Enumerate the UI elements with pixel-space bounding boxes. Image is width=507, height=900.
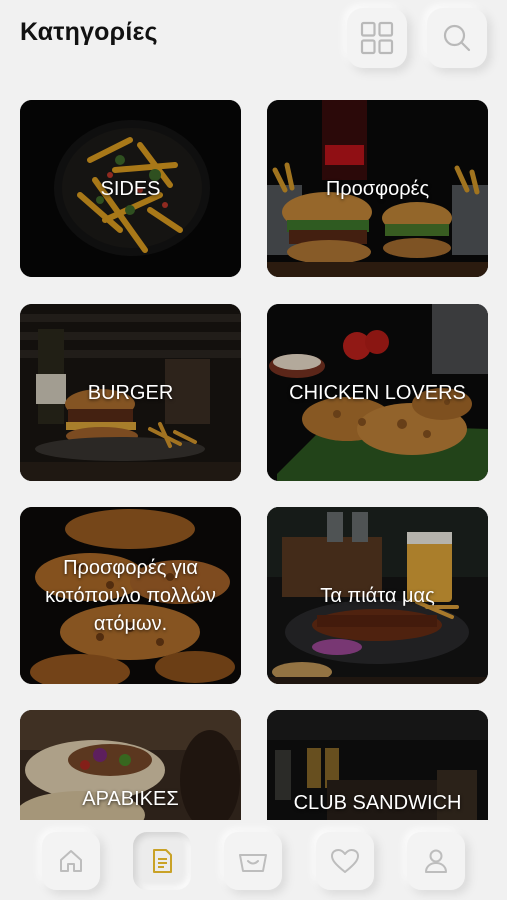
nav-basket-button[interactable] — [224, 832, 282, 890]
basket-icon — [239, 854, 267, 872]
search-icon — [443, 24, 471, 52]
heart-icon — [331, 849, 359, 873]
nav-profile-button[interactable] — [407, 832, 465, 890]
grid-view-button[interactable] — [347, 8, 407, 68]
app-header: Κατηγορίες — [0, 0, 507, 80]
nav-home-button[interactable] — [42, 832, 100, 890]
category-card-offers[interactable]: Προσφορές — [267, 100, 488, 277]
home-icon — [60, 850, 82, 872]
category-label: SIDES — [100, 177, 161, 200]
bottom-navigation — [0, 820, 507, 900]
category-card-burger[interactable]: BURGER — [20, 304, 241, 481]
category-card-chicken-lovers[interactable]: CHICKEN LOVERS — [267, 304, 488, 481]
category-label: Τα πιάτα μας — [320, 584, 435, 607]
category-label: Προσφορές για κοτόπουλο πολλών ατόμων. — [45, 556, 216, 635]
category-label: BURGER — [87, 381, 174, 404]
category-label: CHICKEN LOVERS — [289, 381, 466, 404]
category-card-arabic[interactable]: ΑΡΑΒΙΚΕΣ — [20, 710, 241, 820]
user-icon — [425, 849, 447, 873]
nav-menu-button[interactable] — [133, 832, 191, 890]
category-grid: SIDES Προσφορές BURGER CHICKEN LOVERS Πρ… — [20, 100, 488, 820]
menu-document-icon — [153, 849, 172, 873]
category-card-club-sandwich[interactable]: CLUB SANDWICH — [267, 710, 488, 820]
category-card-chicken-offers[interactable]: Προσφορές για κοτόπουλο πολλών ατόμων. — [20, 507, 241, 684]
category-label: Προσφορές — [325, 177, 430, 200]
search-button[interactable] — [427, 8, 487, 68]
page-title: Κατηγορίες — [20, 18, 158, 46]
nav-favorites-button[interactable] — [316, 832, 374, 890]
grid-icon — [360, 21, 394, 55]
category-card-sides[interactable]: SIDES — [20, 100, 241, 277]
category-label: ΑΡΑΒΙΚΕΣ — [82, 787, 179, 810]
category-card-our-dishes[interactable]: Τα πιάτα μας — [267, 507, 488, 684]
category-label: CLUB SANDWICH — [293, 791, 462, 814]
